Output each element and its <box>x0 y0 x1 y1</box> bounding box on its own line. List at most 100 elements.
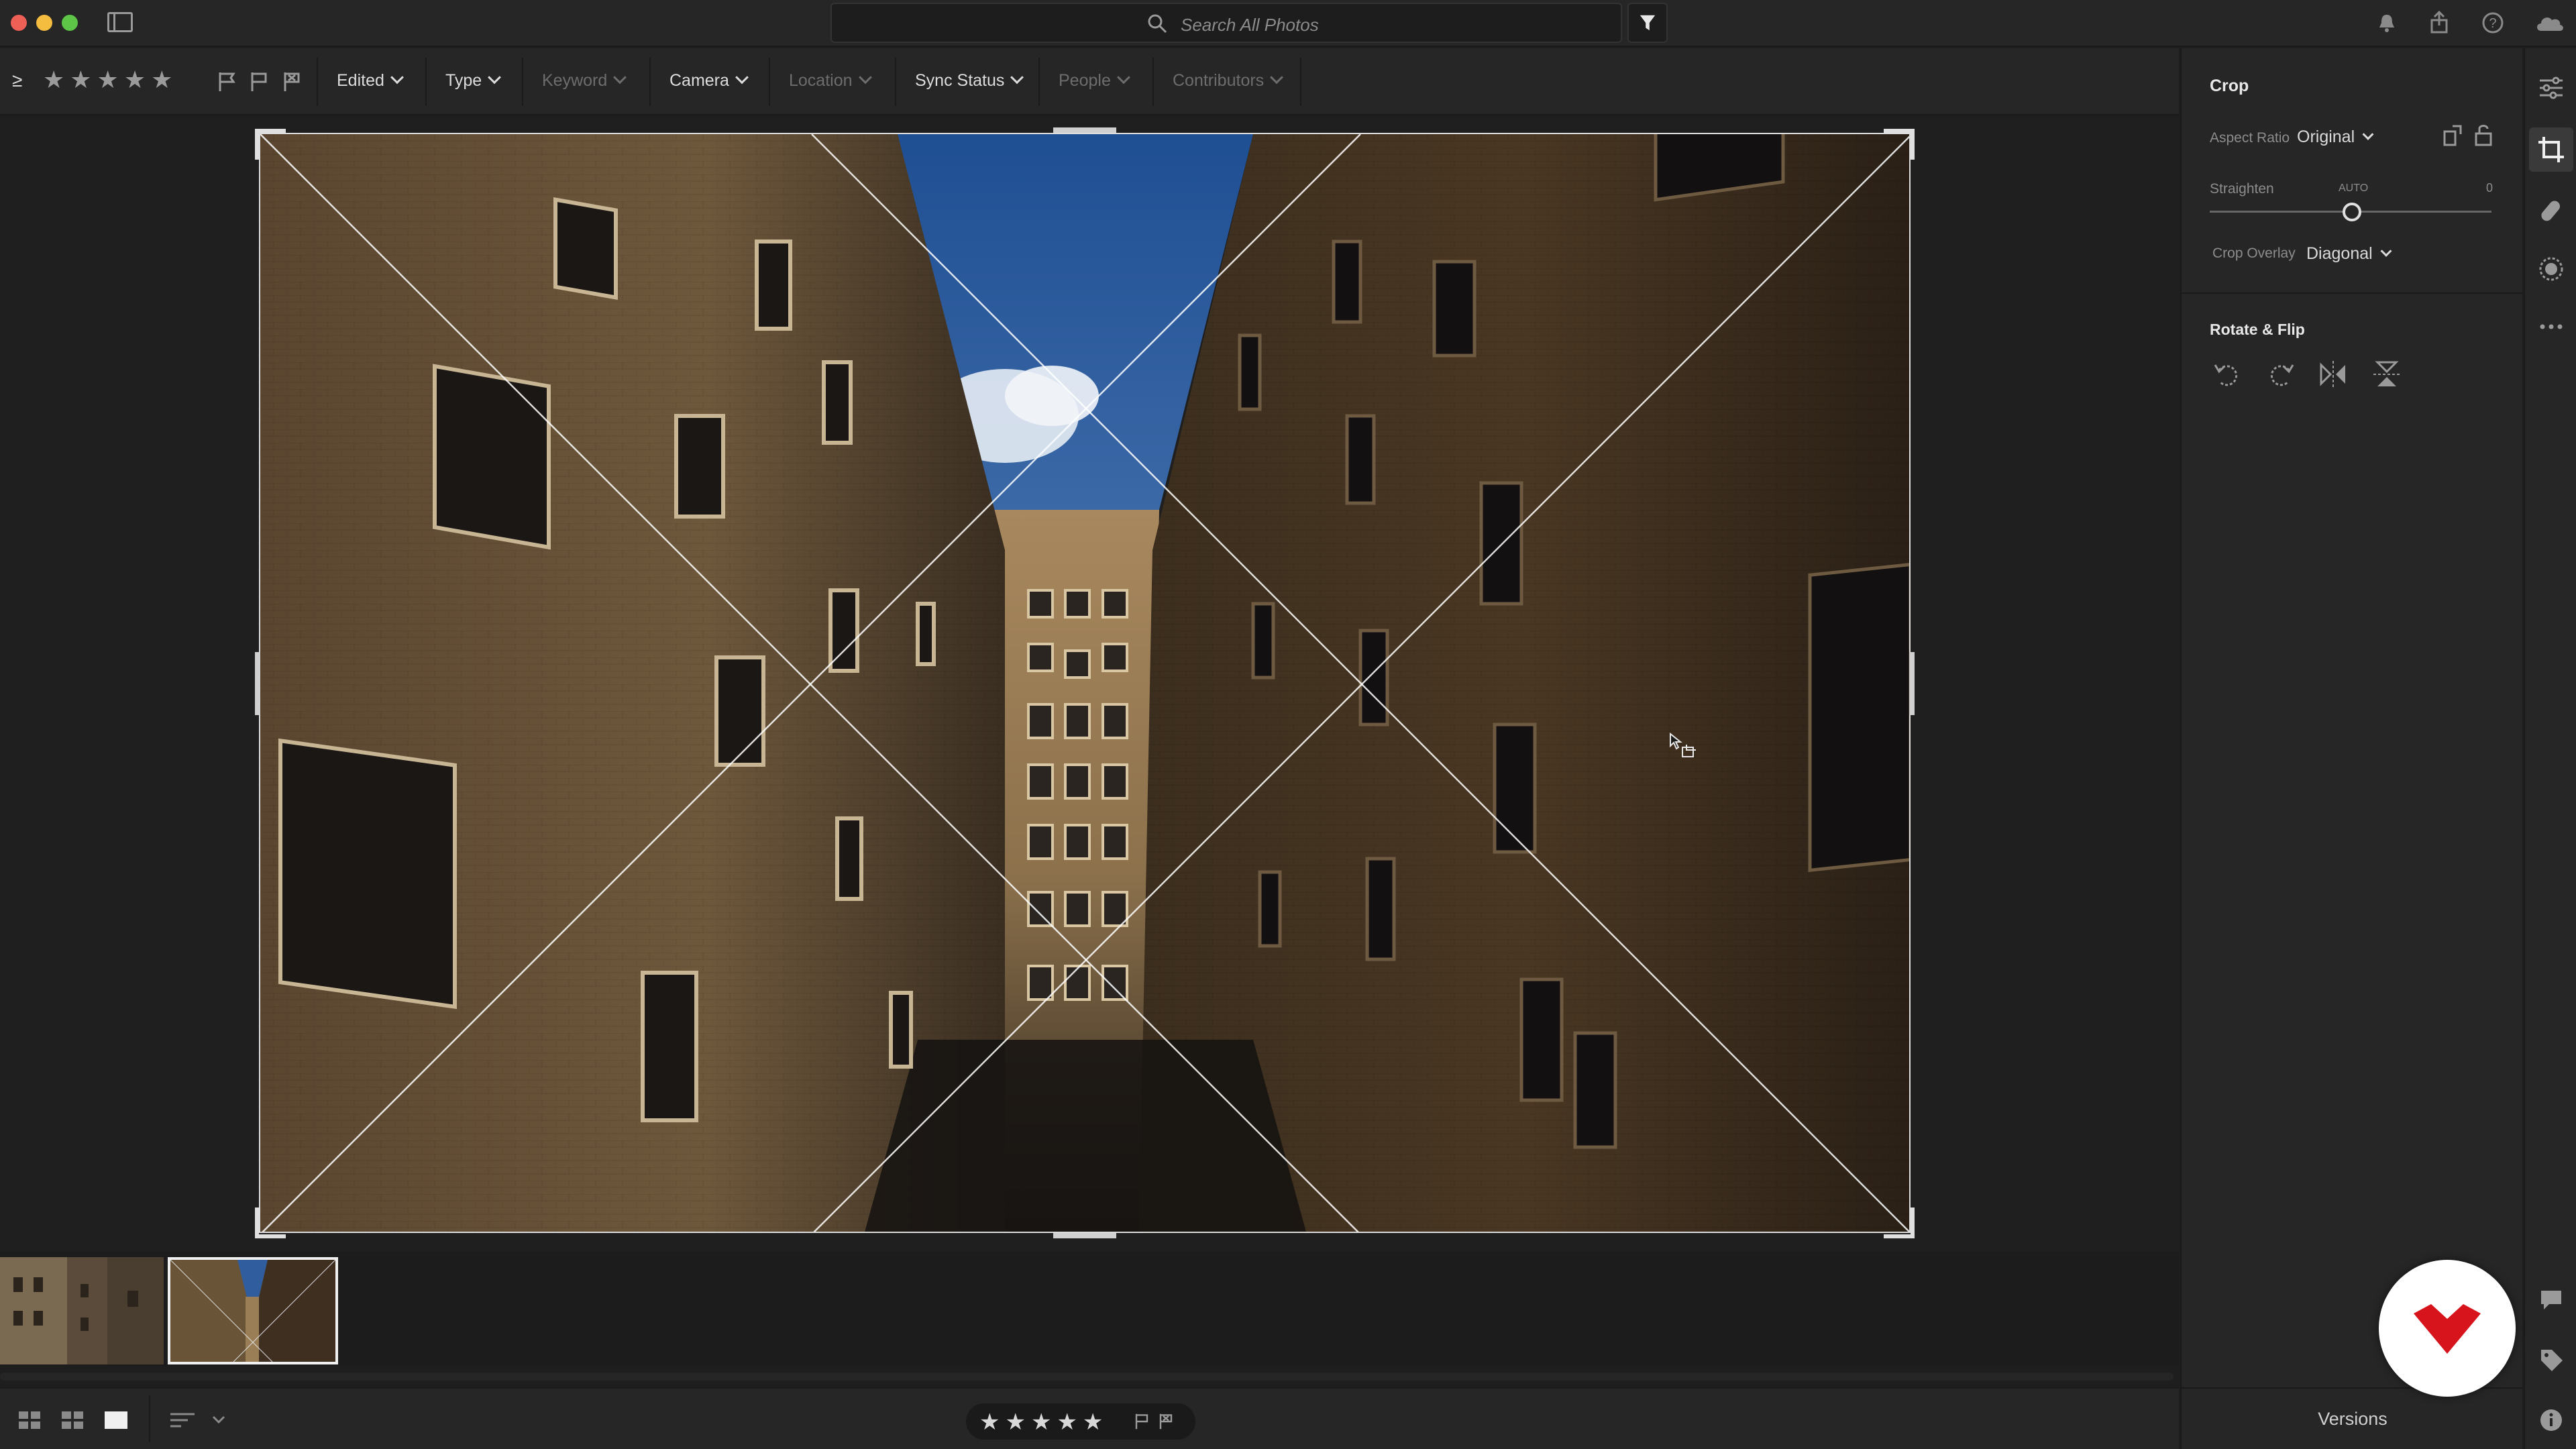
separator <box>649 58 651 106</box>
funnel-icon <box>1640 15 1656 31</box>
share-icon[interactable] <box>2426 9 2453 36</box>
lock-icon[interactable] <box>2471 122 2496 148</box>
pick-flag-icon[interactable] <box>213 68 240 95</box>
comment-icon[interactable] <box>2536 1284 2567 1315</box>
unflagged-icon[interactable] <box>246 68 272 95</box>
crop-handle-bottom-right[interactable] <box>1884 1208 1915 1238</box>
crop-handle-top[interactable] <box>1053 127 1116 133</box>
straighten-value[interactable]: 0 <box>2486 181 2493 195</box>
edit-sliders-icon[interactable] <box>2536 72 2567 103</box>
filter-camera-label: Camera <box>669 71 729 90</box>
straighten-label: Straighten <box>2210 181 2274 197</box>
flip-horizontal-icon[interactable] <box>2316 357 2351 392</box>
rotate-right-icon[interactable] <box>2263 357 2298 392</box>
separator <box>522 58 523 106</box>
filter-sync-status[interactable]: Sync Status <box>915 70 1024 91</box>
separator <box>769 58 770 106</box>
crop-handle-left[interactable] <box>255 652 260 715</box>
orientation-icon[interactable] <box>2440 123 2465 148</box>
filter-location[interactable]: Location <box>789 70 872 91</box>
separator <box>149 1395 150 1442</box>
rating-compare-operator[interactable]: ≥ <box>12 70 22 91</box>
crop-overlay-select[interactable]: Diagonal <box>2306 244 2392 264</box>
crop-overlay-value: Diagonal <box>2306 244 2373 263</box>
thumbnail-image <box>170 1260 335 1362</box>
healing-brush-icon[interactable] <box>2536 196 2567 227</box>
bell-icon[interactable] <box>2373 9 2400 36</box>
thumbnail-image <box>0 1257 164 1364</box>
flag-filters <box>213 68 308 95</box>
close-window-button[interactable] <box>11 15 27 31</box>
aspect-ratio-value: Original <box>2297 127 2355 146</box>
sort-icon[interactable] <box>169 1409 197 1432</box>
aspect-ratio-select[interactable]: Original <box>2297 127 2374 147</box>
search-input[interactable]: Search All Photos <box>830 3 1622 43</box>
rotate-flip-title: Rotate & Flip <box>2210 321 2305 338</box>
filmstrip-scrollbar[interactable] <box>0 1373 2174 1381</box>
rating-stars[interactable]: ★★★★★ <box>979 1409 1108 1436</box>
filter-people-label: People <box>1059 71 1111 90</box>
rating-filter-stars[interactable]: ★★★★★ <box>43 66 178 94</box>
straighten-auto-button[interactable]: AUTO <box>2339 182 2368 195</box>
title-bar: Search All Photos ? <box>0 0 2576 47</box>
filter-location-label: Location <box>789 71 853 90</box>
filter-edited[interactable]: Edited <box>337 70 404 91</box>
reject-flag-icon[interactable] <box>1155 1411 1177 1432</box>
photo-flags <box>1131 1411 1177 1436</box>
separator <box>1300 58 1301 106</box>
filter-contributors[interactable]: Contributors <box>1173 70 1284 91</box>
separator <box>895 58 896 106</box>
zoom-window-button[interactable] <box>62 15 78 31</box>
straighten-slider-thumb[interactable] <box>2343 203 2361 221</box>
masking-icon[interactable] <box>2536 254 2567 284</box>
crop-handle-right[interactable] <box>1909 652 1915 715</box>
filter-button[interactable] <box>1627 3 1668 43</box>
pick-flag-icon[interactable] <box>1131 1411 1152 1432</box>
filmstrip-thumbnail-selected[interactable] <box>168 1257 338 1364</box>
reject-flag-icon[interactable] <box>278 68 305 95</box>
search-placeholder: Search All Photos <box>1181 15 1319 35</box>
red-v-logo-icon <box>2414 1304 2481 1354</box>
tag-icon[interactable] <box>2536 1344 2567 1375</box>
crop-handle-top-right[interactable] <box>1884 129 1915 160</box>
divider <box>2182 292 2524 294</box>
flip-vertical-icon[interactable] <box>2369 357 2404 392</box>
filter-bar: ≥ ★★★★★ Edited Type Keyword Camera Locat… <box>0 48 2179 115</box>
square-grid-icon[interactable] <box>17 1409 43 1432</box>
cloud-icon[interactable] <box>2533 9 2567 36</box>
chevron-down-icon <box>1010 70 1024 85</box>
chevron-down-icon[interactable] <box>211 1409 227 1432</box>
chevron-down-icon <box>858 70 872 85</box>
info-icon[interactable] <box>2536 1405 2567 1436</box>
chevron-down-icon <box>735 70 749 85</box>
help-icon[interactable]: ? <box>2479 9 2506 36</box>
crop-handle-bottom[interactable] <box>1053 1233 1116 1238</box>
separator <box>1038 58 1040 106</box>
crop-handle-bottom-left[interactable] <box>255 1208 286 1238</box>
chevron-down-icon <box>1116 70 1130 85</box>
more-options-icon[interactable] <box>2536 311 2567 342</box>
filter-keyword-label: Keyword <box>542 71 608 90</box>
crop-handle-top-left[interactable] <box>255 129 286 160</box>
filmstrip-thumbnail[interactable] <box>0 1257 164 1364</box>
separator <box>1152 58 1154 106</box>
rotate-left-icon[interactable] <box>2210 357 2245 392</box>
crop-icon[interactable] <box>2536 134 2567 165</box>
filter-people[interactable]: People <box>1059 70 1130 91</box>
photo-grid-icon[interactable] <box>60 1409 86 1432</box>
crop-area[interactable] <box>259 133 1911 1233</box>
chevron-down-icon <box>1270 70 1284 85</box>
bottom-toolbar: ★★★★★ <box>0 1387 2179 1449</box>
detail-view-icon[interactable] <box>103 1409 129 1432</box>
sidebar-toggle-icon[interactable] <box>107 12 133 32</box>
filter-sync-status-label: Sync Status <box>915 71 1005 90</box>
filter-type[interactable]: Type <box>445 70 502 91</box>
svg-text:?: ? <box>2489 16 2496 31</box>
filter-edited-label: Edited <box>337 71 384 90</box>
chevron-down-icon <box>488 70 502 85</box>
search-icon <box>1148 14 1167 34</box>
filter-keyword[interactable]: Keyword <box>542 70 627 91</box>
chevron-down-icon <box>2380 245 2392 257</box>
filter-camera[interactable]: Camera <box>669 70 749 91</box>
minimize-window-button[interactable] <box>36 15 52 31</box>
